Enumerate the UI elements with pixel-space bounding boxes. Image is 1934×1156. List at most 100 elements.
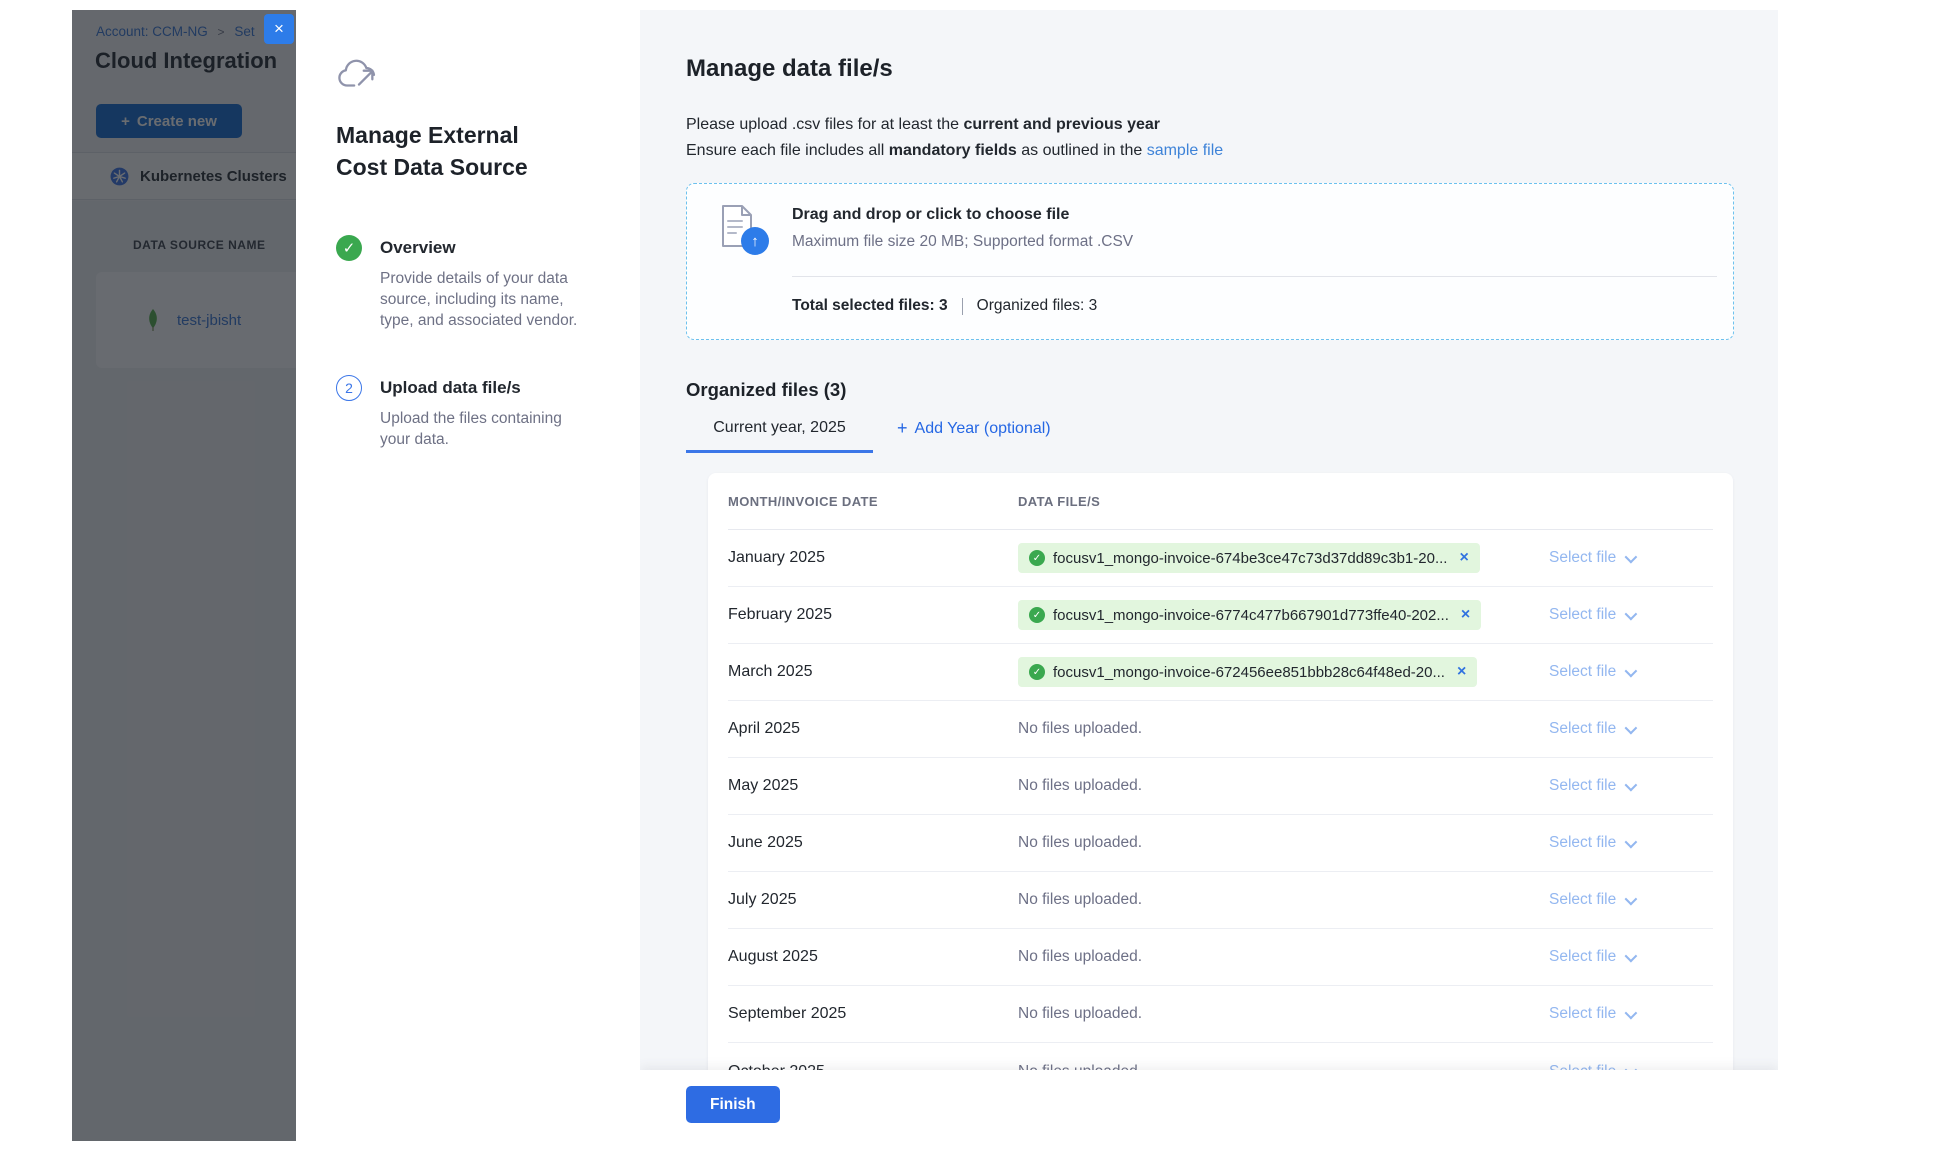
step-upload-data-files[interactable]: 2 Upload data file/s Upload the files co… — [336, 375, 610, 450]
file-name: focusv1_mongo-invoice-674be3ce47c73d37dd… — [1053, 550, 1447, 567]
organized-files-heading: Organized files (3) — [686, 379, 1734, 401]
year-tabs: Current year, 2025 + Add Year (optional) — [686, 418, 1734, 453]
chevron-down-icon — [1625, 607, 1638, 620]
table-header-row: MONTH/INVOICE DATE DATA FILE/S — [728, 473, 1713, 530]
dropzone-subtitle: Maximum file size 20 MB; Supported forma… — [792, 233, 1133, 251]
step-overview-description: Provide details of your data source, inc… — [380, 268, 594, 331]
divider — [962, 298, 963, 315]
select-file-dropdown[interactable]: Select file — [1549, 777, 1689, 795]
select-file-label: Select file — [1549, 663, 1616, 681]
instruction-line-2: Ensure each file includes all mandatory … — [686, 138, 1734, 164]
step-overview[interactable]: ✓ Overview Provide details of your data … — [336, 235, 610, 331]
empty-files-text: No files uploaded. — [1018, 1005, 1142, 1023]
select-file-dropdown[interactable]: Select file — [1549, 663, 1689, 681]
wizard-steps-panel: Manage External Cost Data Source ✓ Overv… — [296, 10, 640, 1141]
empty-files-text: No files uploaded. — [1018, 777, 1142, 795]
step-upload-description: Upload the files containing your data. — [380, 408, 594, 450]
select-file-dropdown[interactable]: Select file — [1549, 834, 1689, 852]
step-overview-label: Overview — [380, 235, 594, 258]
chevron-down-icon — [1625, 778, 1638, 791]
step-upload-label: Upload data file/s — [380, 375, 594, 398]
file-chip: ✓ focusv1_mongo-invoice-6774c477b667901d… — [1018, 600, 1481, 630]
empty-files-text: No files uploaded. — [1018, 834, 1142, 852]
panel-heading: Manage data file/s — [686, 55, 1734, 83]
select-file-dropdown[interactable]: Select file — [1549, 1005, 1689, 1023]
close-button[interactable]: × — [264, 14, 294, 44]
column-header-data-files: DATA FILE/S — [1018, 494, 1549, 509]
chevron-down-icon — [1625, 835, 1638, 848]
remove-file-icon[interactable]: × — [1461, 606, 1470, 624]
check-icon: ✓ — [1029, 607, 1045, 623]
add-year-label: Add Year (optional) — [915, 420, 1051, 438]
check-icon: ✓ — [1029, 550, 1045, 566]
empty-files-text: No files uploaded. — [1018, 891, 1142, 909]
check-icon: ✓ — [1029, 664, 1045, 680]
month-label: January 2025 — [728, 549, 1018, 567]
sample-file-link[interactable]: sample file — [1147, 142, 1223, 159]
month-label: March 2025 — [728, 663, 1018, 681]
instruction-line-1: Please upload .csv files for at least th… — [686, 112, 1734, 138]
total-selected-files: Total selected files: 3 — [792, 297, 948, 315]
select-file-dropdown[interactable]: Select file — [1549, 720, 1689, 738]
file-chip: ✓ focusv1_mongo-invoice-674be3ce47c73d37… — [1018, 543, 1480, 573]
select-file-label: Select file — [1549, 834, 1616, 852]
chevron-down-icon — [1625, 892, 1638, 905]
app-window: Account: CCM-NG > Set Cloud Integration … — [72, 10, 1778, 1141]
drawer-title: Manage External Cost Data Source — [336, 119, 576, 183]
table-row: July 2025 No files uploaded. Select file — [728, 872, 1713, 929]
organized-files-count: Organized files: 3 — [977, 297, 1098, 315]
file-counts: Total selected files: 3 Organized files:… — [792, 297, 1717, 315]
divider — [792, 276, 1717, 277]
remove-file-icon[interactable]: × — [1457, 663, 1466, 681]
add-year-button[interactable]: + Add Year (optional) — [897, 418, 1051, 453]
remove-file-icon[interactable]: × — [1459, 549, 1468, 567]
select-file-label: Select file — [1549, 720, 1616, 738]
empty-files-text: No files uploaded. — [1018, 720, 1142, 738]
table-body: January 2025 ✓ focusv1_mongo-invoice-674… — [728, 530, 1713, 1100]
finish-button[interactable]: Finish — [686, 1086, 780, 1123]
select-file-dropdown[interactable]: Select file — [1549, 891, 1689, 909]
month-label: August 2025 — [728, 948, 1018, 966]
month-label: May 2025 — [728, 777, 1018, 795]
month-label: June 2025 — [728, 834, 1018, 852]
select-file-dropdown[interactable]: Select file — [1549, 606, 1689, 624]
table-row: June 2025 No files uploaded. Select file — [728, 815, 1713, 872]
upload-data-files-panel: Manage data file/s Please upload .csv fi… — [640, 10, 1778, 1141]
chevron-down-icon — [1625, 1006, 1638, 1019]
chevron-down-icon — [1625, 664, 1638, 677]
select-file-label: Select file — [1549, 606, 1616, 624]
table-row: January 2025 ✓ focusv1_mongo-invoice-674… — [728, 530, 1713, 587]
upload-file-icon: ↑ — [719, 204, 771, 258]
manage-data-source-drawer: × Manage External Cost Data Source ✓ Ove… — [296, 10, 1778, 1141]
table-row: August 2025 No files uploaded. Select fi… — [728, 929, 1713, 986]
step-complete-check-icon: ✓ — [336, 235, 362, 261]
tab-current-year[interactable]: Current year, 2025 — [686, 419, 873, 453]
monthly-files-table: MONTH/INVOICE DATE DATA FILE/S January 2… — [708, 473, 1733, 1100]
select-file-label: Select file — [1549, 891, 1616, 909]
select-file-dropdown[interactable]: Select file — [1549, 948, 1689, 966]
table-row: April 2025 No files uploaded. Select fil… — [728, 701, 1713, 758]
table-row: March 2025 ✓ focusv1_mongo-invoice-67245… — [728, 644, 1713, 701]
upload-instructions: Please upload .csv files for at least th… — [686, 112, 1734, 164]
select-file-label: Select file — [1549, 549, 1616, 567]
screen: Account: CCM-NG > Set Cloud Integration … — [0, 0, 1934, 1156]
cloud-export-icon — [336, 57, 610, 93]
month-label: February 2025 — [728, 606, 1018, 624]
file-name: focusv1_mongo-invoice-672456ee851bbb28c6… — [1053, 664, 1445, 681]
chevron-down-icon — [1625, 949, 1638, 962]
select-file-label: Select file — [1549, 777, 1616, 795]
upload-arrow-icon: ↑ — [741, 227, 769, 255]
table-row: September 2025 No files uploaded. Select… — [728, 986, 1713, 1043]
file-dropzone[interactable]: ↑ Drag and drop or click to choose file … — [686, 183, 1734, 340]
file-chip: ✓ focusv1_mongo-invoice-672456ee851bbb28… — [1018, 657, 1477, 687]
select-file-label: Select file — [1549, 1005, 1616, 1023]
empty-files-text: No files uploaded. — [1018, 948, 1142, 966]
table-row: February 2025 ✓ focusv1_mongo-invoice-67… — [728, 587, 1713, 644]
column-header-month: MONTH/INVOICE DATE — [728, 494, 1018, 509]
chevron-down-icon — [1625, 721, 1638, 734]
modal-dim-overlay[interactable] — [72, 10, 296, 1141]
month-label: July 2025 — [728, 891, 1018, 909]
select-file-dropdown[interactable]: Select file — [1549, 549, 1689, 567]
month-label: September 2025 — [728, 1005, 1018, 1023]
dropzone-title: Drag and drop or click to choose file — [792, 206, 1133, 224]
